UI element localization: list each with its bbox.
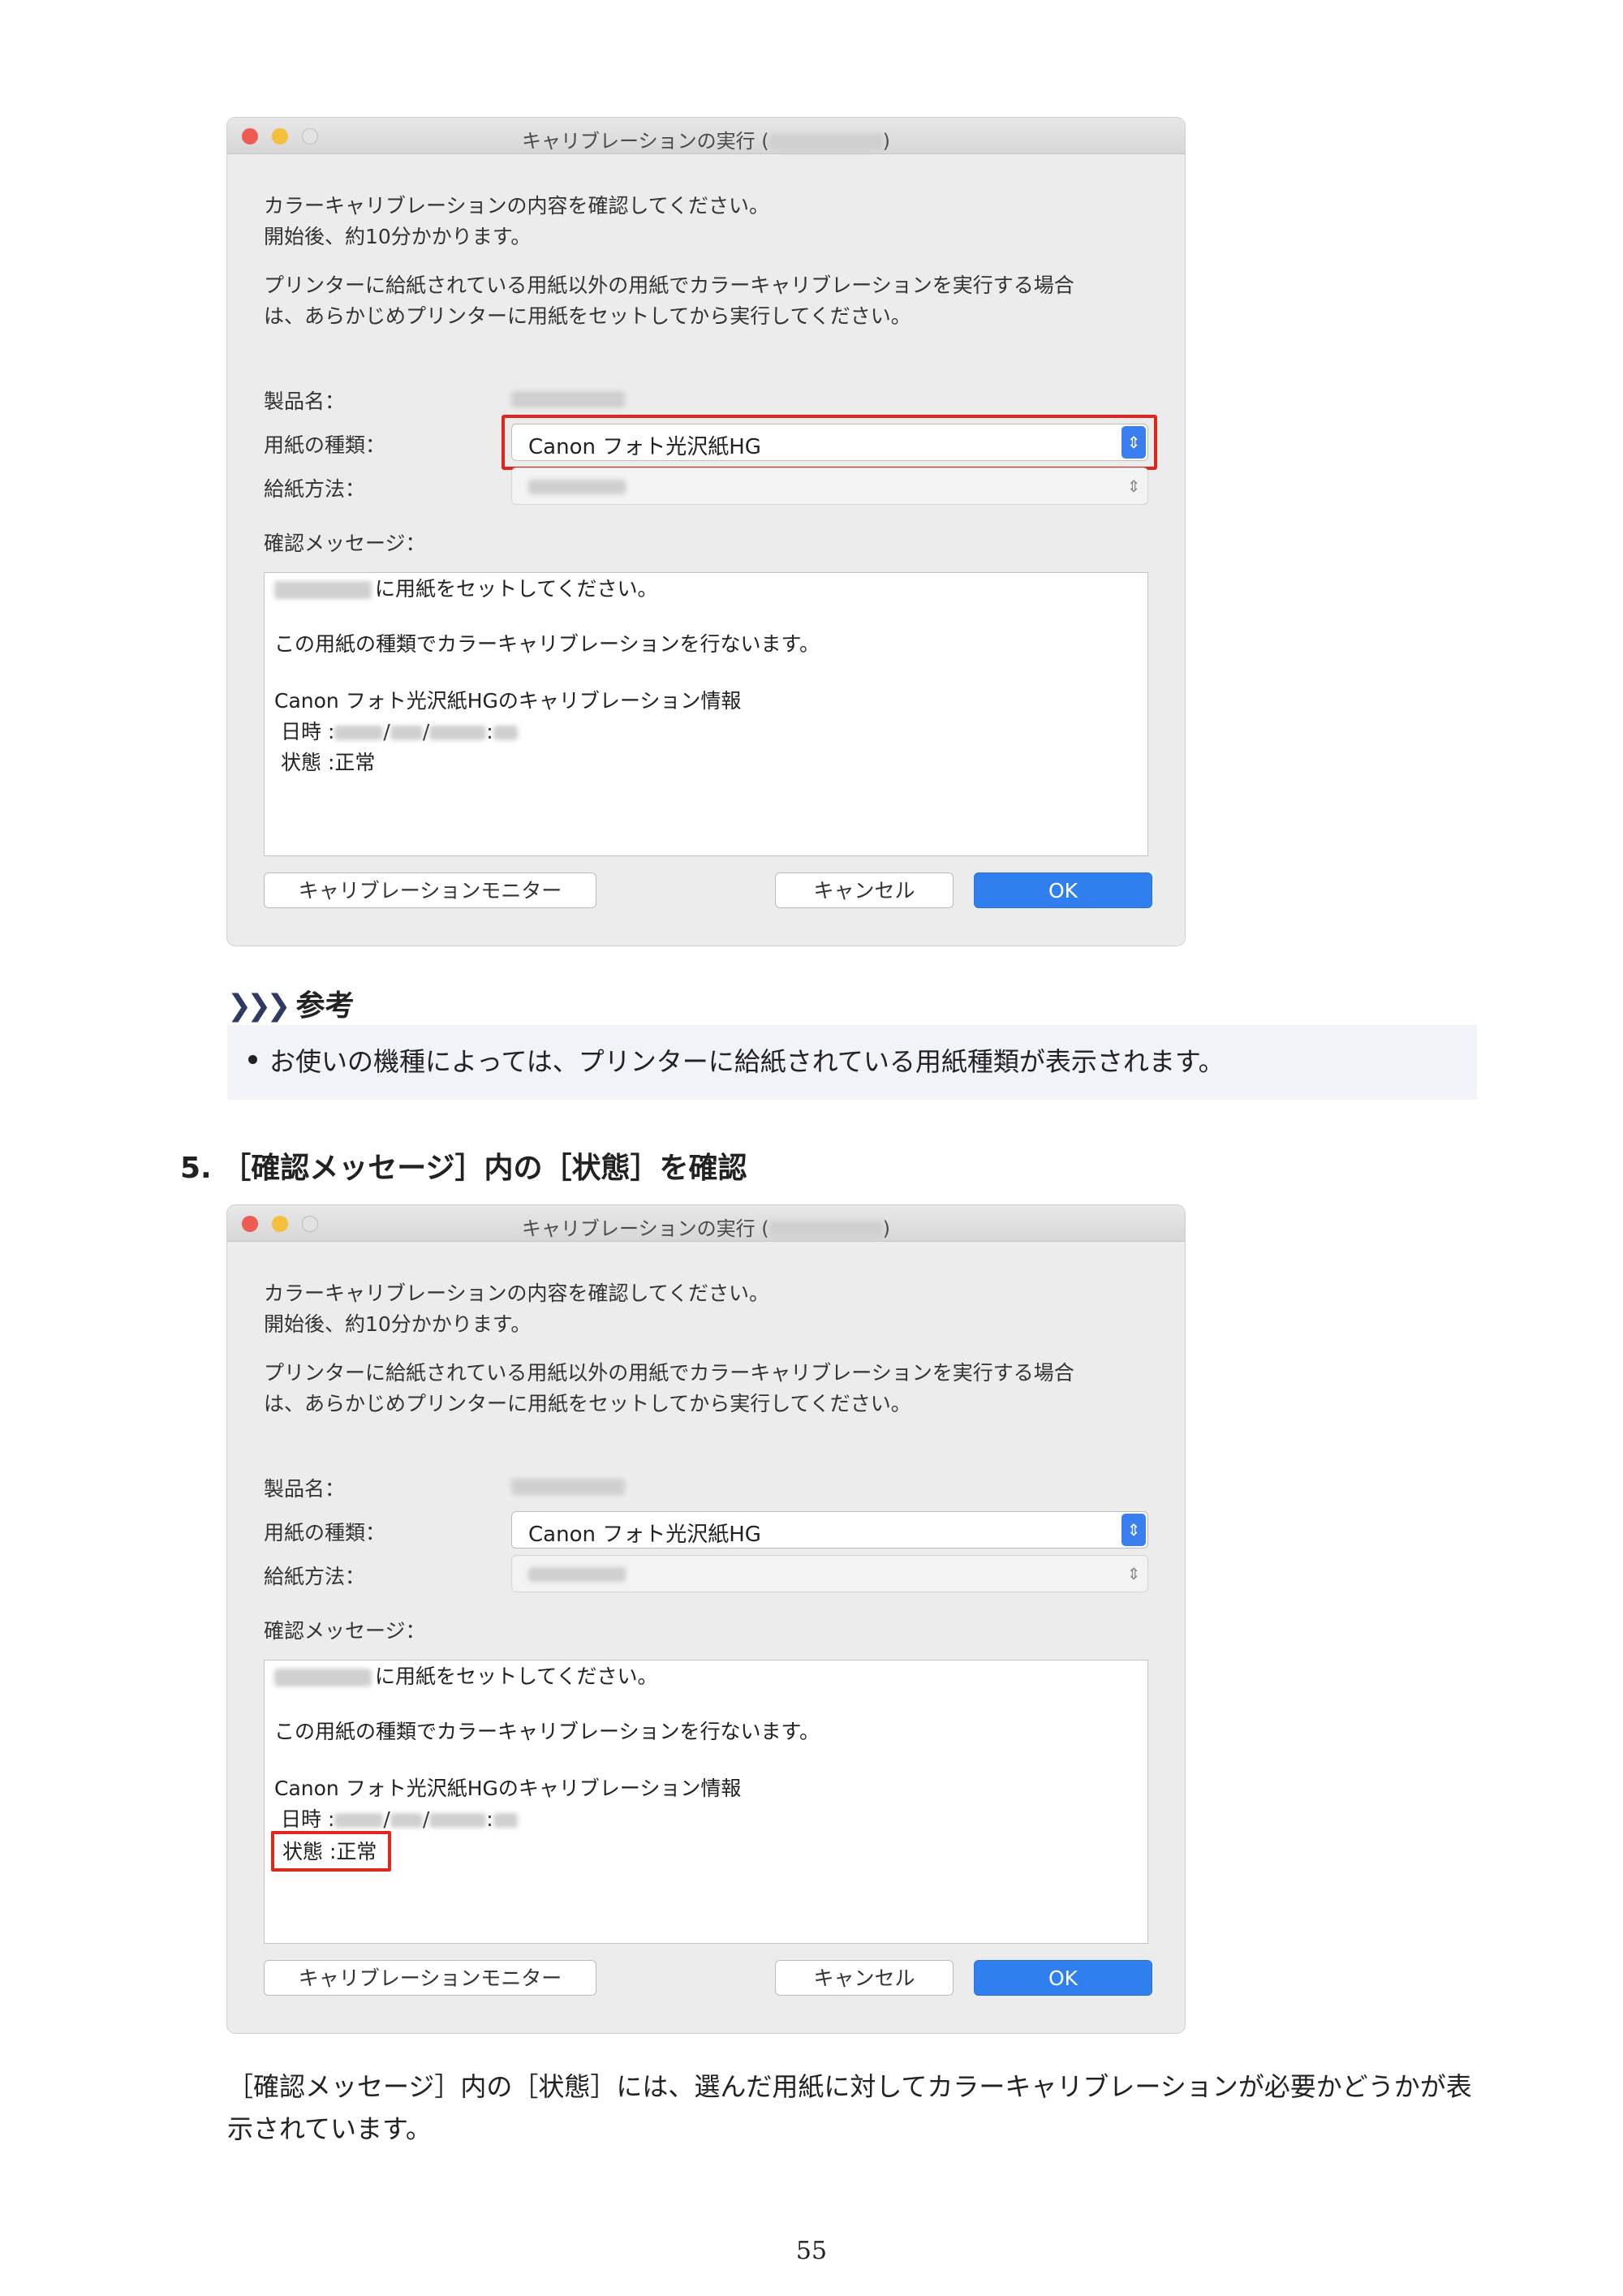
media-type-label: 用紙の種類： xyxy=(264,1521,386,1544)
calibration-dialog-1: キャリブレーションの実行 () カラーキャリブレーションの内容を確認してください… xyxy=(227,118,1185,946)
select-stepper-icon: ⇕ xyxy=(1126,1564,1141,1583)
status-line: 状態 :正常 xyxy=(281,751,376,774)
confirm-message-box: に用紙をセットしてください。 この用紙の種類でカラーキャリブレーションを行ないま… xyxy=(264,572,1148,856)
paper-source-select[interactable]: ⇕ xyxy=(511,1555,1148,1592)
select-stepper-icon: ⇕ xyxy=(1126,476,1141,496)
redacted-model-name xyxy=(768,1221,883,1238)
media-type-label: 用紙の種類： xyxy=(264,433,386,457)
intro-note: プリンターに給紙されている用紙以外の用紙でカラーキャリブレーションを実行する場合… xyxy=(264,1361,1074,1415)
intro-text: カラーキャリブレーションの内容を確認してください。 開始後、約10分かかります。 xyxy=(264,194,770,248)
note-box: お使いの機種によっては、プリンターに給紙されている用紙種類が表示されます。 xyxy=(227,1025,1477,1100)
bullet-icon xyxy=(248,1055,257,1064)
date-line: 日時 : / /: xyxy=(281,716,518,745)
confirm-message-label: 確認メッセージ： xyxy=(264,1619,426,1643)
redacted-model-name xyxy=(768,134,883,150)
paper-source-select[interactable]: ⇕ xyxy=(511,467,1148,505)
intro-text: カラーキャリブレーションの内容を確認してください。 開始後、約10分かかります。 xyxy=(264,1282,770,1336)
ok-button[interactable]: OK xyxy=(974,1960,1152,1996)
paper-source-label: 給紙方法： xyxy=(264,1565,366,1588)
cancel-button[interactable]: キャンセル xyxy=(775,1960,954,1996)
step-5-heading: 5. ［確認メッセージ］内の［状態］を確認 xyxy=(180,1152,747,1185)
note-heading: ❯❯❯ 参考 xyxy=(227,989,355,1023)
window-title: キャリブレーションの実行 () xyxy=(522,1217,890,1240)
redacted-source xyxy=(274,581,372,599)
redacted-source xyxy=(274,1669,372,1686)
product-value xyxy=(511,391,625,407)
date-line: 日時 : / /: xyxy=(281,1803,518,1833)
calibration-dialog-2: キャリブレーションの実行 () カラーキャリブレーションの内容を確認してください… xyxy=(227,1205,1185,2033)
product-label: 製品名： xyxy=(264,390,346,413)
intro-note: プリンターに給紙されている用紙以外の用紙でカラーキャリブレーションを実行する場合… xyxy=(264,274,1074,328)
paper-source-value xyxy=(528,480,626,494)
window-titlebar: キャリブレーションの実行 () xyxy=(227,118,1185,154)
confirm-message-box: に用紙をセットしてください。 この用紙の種類でカラーキャリブレーションを行ないま… xyxy=(264,1660,1148,1944)
ok-button[interactable]: OK xyxy=(974,872,1152,908)
window-title: キャリブレーションの実行 () xyxy=(522,130,890,153)
select-stepper-icon: ⇕ xyxy=(1121,1514,1146,1546)
paper-source-label: 給紙方法： xyxy=(264,477,366,501)
product-label: 製品名： xyxy=(264,1477,346,1501)
confirm-message-label: 確認メッセージ： xyxy=(264,532,426,555)
product-value xyxy=(511,1479,625,1495)
calibration-monitor-button[interactable]: キャリブレーションモニター xyxy=(264,1960,596,1996)
status-line: 状態 :正常 xyxy=(271,1831,392,1872)
explanation-paragraph: ［確認メッセージ］内の［状態］には、選んだ用紙に対してカラーキャリブレーションが… xyxy=(227,2071,1472,2144)
highlight-box xyxy=(502,415,1157,470)
window-titlebar: キャリブレーションの実行 () xyxy=(227,1205,1185,1242)
media-type-select[interactable]: Canon フォト光沢紙HG ⇕ xyxy=(511,1511,1148,1549)
paper-source-value xyxy=(528,1567,626,1582)
note-arrows-icon: ❯❯❯ xyxy=(227,989,291,1023)
calibration-monitor-button[interactable]: キャリブレーションモニター xyxy=(264,872,596,908)
page-number: 55 xyxy=(795,2237,828,2265)
cancel-button[interactable]: キャンセル xyxy=(775,872,954,908)
